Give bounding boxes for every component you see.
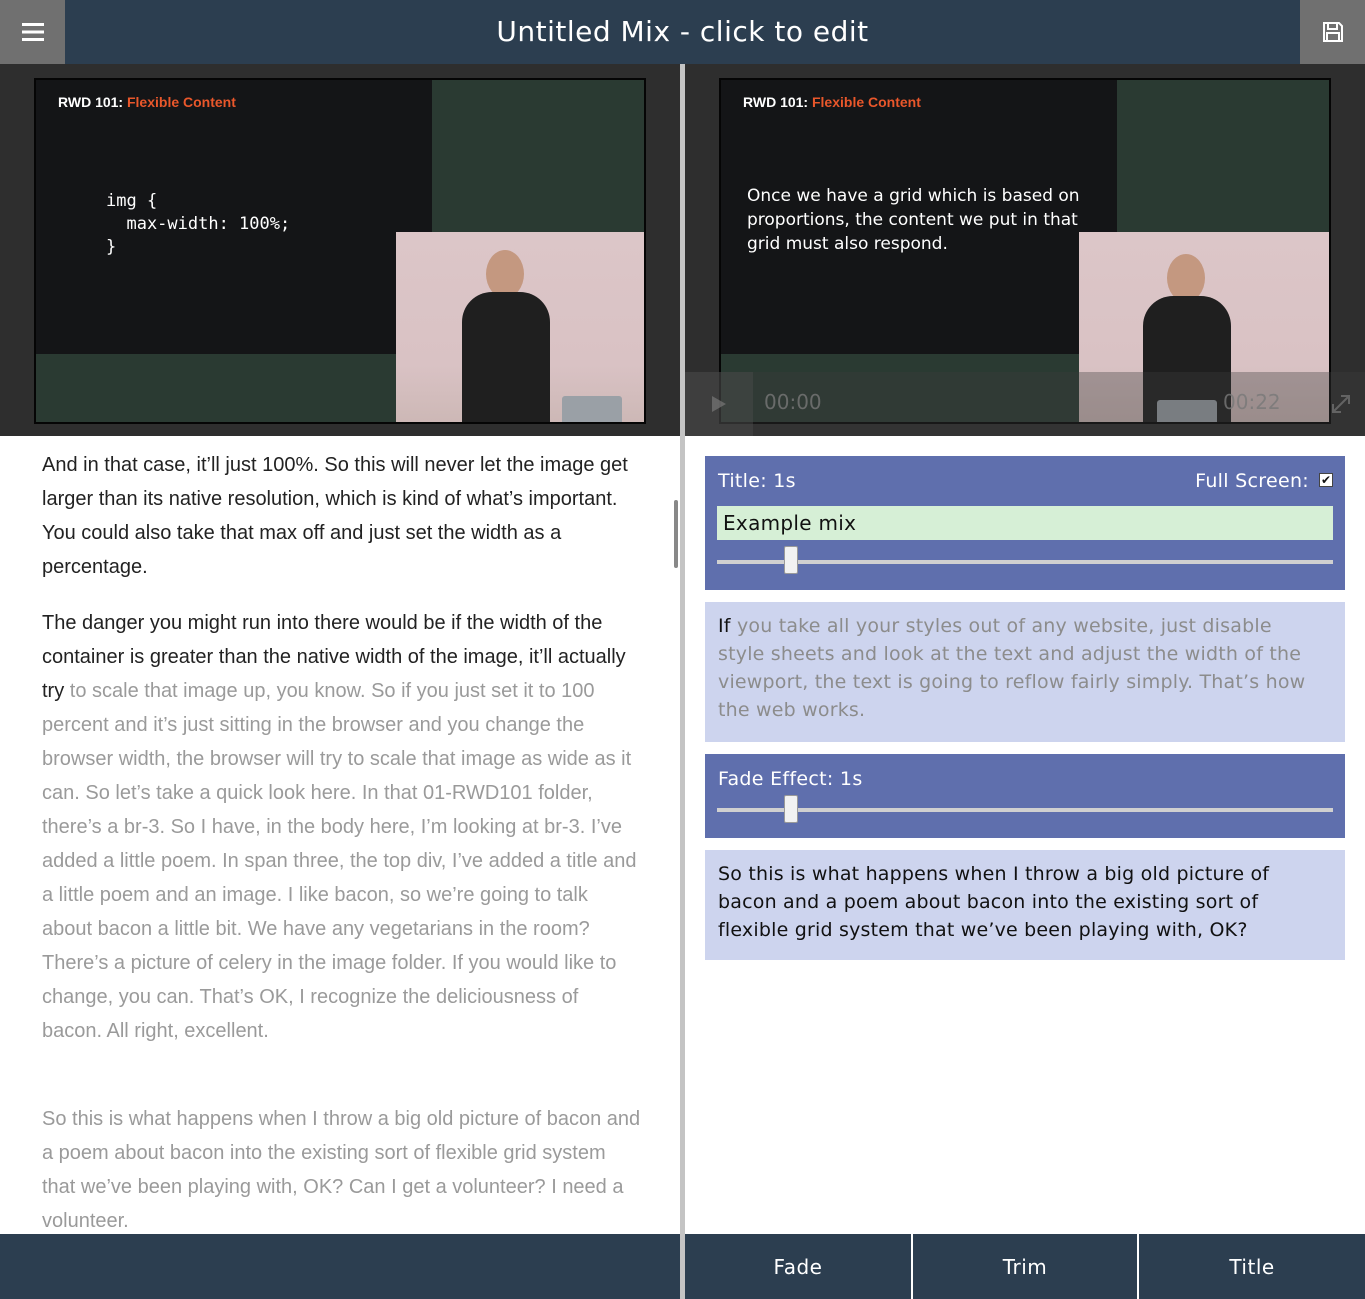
slide-title: RWD 101: Flexible Content: [58, 94, 236, 110]
panel-divider[interactable]: [680, 64, 685, 1299]
speaker-video: [396, 232, 644, 422]
fade-duration-slider-thumb[interactable]: [783, 795, 798, 823]
fade-effect-label: Fade Effect: 1s: [718, 768, 863, 790]
transcript-panel[interactable]: And in that case, it’ll just 100%. So th…: [0, 436, 680, 1234]
transcript-paragraph[interactable]: The danger you might run into there woul…: [42, 606, 642, 1048]
title-effect-card[interactable]: Title: 1s Full Screen: ✔: [705, 456, 1345, 590]
slide-title-prefix: RWD 101:: [743, 94, 809, 110]
title-duration-slider[interactable]: [717, 560, 1333, 564]
preview-video-player[interactable]: RWD 101: Flexible Content Once we have a…: [685, 64, 1365, 436]
clip-card[interactable]: So this is what happens when I throw a b…: [705, 850, 1345, 960]
clip-card[interactable]: If you take all your styles out of any w…: [705, 602, 1345, 742]
clip-text-selected: So this is what happens when I throw a b…: [718, 863, 1270, 941]
slide-title-accent: Flexible Content: [126, 94, 236, 110]
menu-button[interactable]: [0, 0, 65, 64]
footer-left: [0, 1234, 680, 1299]
clip-text-unselected: you take all your styles out of any webs…: [718, 615, 1306, 721]
expand-icon: [1332, 395, 1350, 413]
slide: RWD 101: Flexible Content Once we have a…: [721, 80, 1117, 354]
source-video-player[interactable]: RWD 101: Flexible Content img { max-widt…: [0, 64, 680, 436]
video-controls: 00:00 00:22: [685, 372, 1365, 436]
add-title-button[interactable]: Title: [1139, 1234, 1365, 1299]
fullscreen-label: Full Screen:: [1195, 470, 1309, 492]
floppy-disk-icon: [1322, 22, 1343, 42]
clip-text: So this is what happens when I throw a b…: [718, 860, 1318, 944]
slide-title-accent: Flexible Content: [811, 94, 921, 110]
play-icon: [712, 396, 726, 412]
save-button[interactable]: [1300, 0, 1365, 64]
fade-duration-slider[interactable]: [717, 808, 1333, 812]
scrollbar-thumb[interactable]: [674, 500, 678, 568]
slide-code: img { max-width: 100%; }: [106, 191, 291, 257]
title-effect-label: Title: 1s: [718, 470, 796, 492]
slide-title-prefix: RWD 101:: [58, 94, 124, 110]
app-header: Untitled Mix - click to edit: [0, 0, 1365, 64]
slide-title: RWD 101: Flexible Content: [743, 94, 921, 110]
fullscreen-checkbox[interactable]: ✔: [1319, 473, 1333, 487]
slide: RWD 101: Flexible Content img { max-widt…: [36, 80, 432, 354]
current-time: 00:00: [764, 390, 822, 414]
slide-text: Once we have a grid which is based on pr…: [747, 186, 1080, 254]
fullscreen-button[interactable]: [1327, 390, 1355, 418]
transcript-paragraph[interactable]: And in that case, it’ll just 100%. So th…: [42, 448, 642, 584]
video-frame: RWD 101: Flexible Content img { max-widt…: [34, 78, 646, 424]
title-text-input[interactable]: [717, 506, 1333, 540]
fade-effect-card[interactable]: Fade Effect: 1s: [705, 754, 1345, 838]
clip-text: If you take all your styles out of any w…: [718, 612, 1318, 724]
duration: 00:22: [1223, 390, 1281, 414]
play-button[interactable]: [685, 372, 753, 436]
clip-text-selected: If: [718, 615, 731, 637]
hamburger-icon: [21, 23, 44, 41]
title-duration-slider-thumb[interactable]: [783, 546, 798, 574]
transcript-paragraph[interactable]: So this is what happens when I throw a b…: [42, 1102, 642, 1234]
add-trim-button[interactable]: Trim: [913, 1234, 1137, 1299]
transcript-unselected-text: to scale that image up, you know. So if …: [42, 680, 637, 1042]
add-fade-button[interactable]: Fade: [685, 1234, 911, 1299]
mix-title[interactable]: Untitled Mix - click to edit: [65, 0, 1300, 64]
